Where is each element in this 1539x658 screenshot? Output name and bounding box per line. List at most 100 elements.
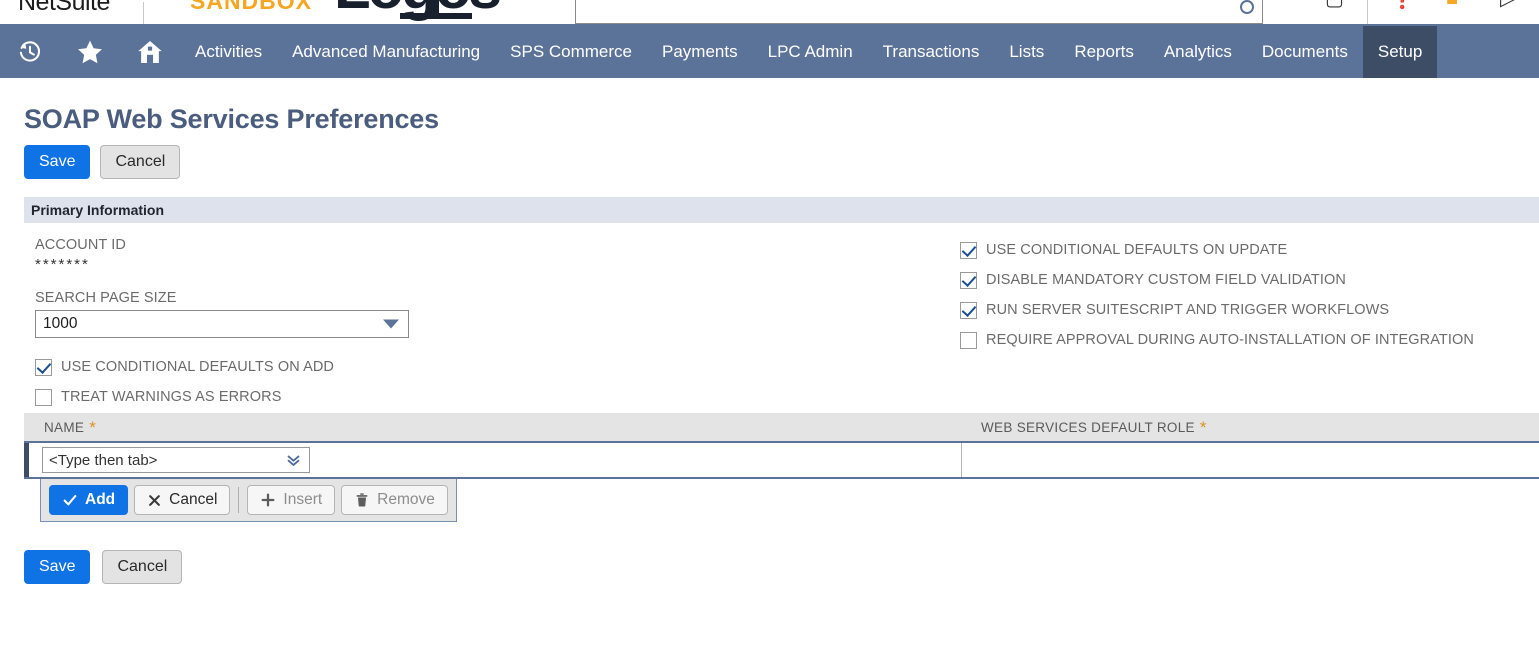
checkbox-treat-warnings-as-errors[interactable]: TREAT WARNINGS AS ERRORS (35, 382, 409, 412)
checkbox-icon[interactable] (960, 301, 977, 319)
search-page-size-select[interactable]: 1000 (35, 310, 409, 338)
nav-label: Payments (662, 42, 738, 61)
checkbox-icon[interactable] (35, 388, 52, 406)
add-button[interactable]: Add (49, 485, 129, 515)
fields-right-column: USE CONDITIONAL DEFAULTS ON UPDATE DISAB… (960, 235, 1474, 355)
nav-label: Activities (195, 42, 263, 61)
nav-label: Lists (1009, 42, 1045, 61)
nav-item-lists[interactable]: Lists (994, 26, 1059, 78)
required-indicator-icon: * (1199, 417, 1207, 437)
checkbox-run-server-suitescript-and-trigger-workflows[interactable]: RUN SERVER SUITESCRIPT AND TRIGGER WORKF… (960, 295, 1474, 325)
checkbox-label: TREAT WARNINGS AS ERRORS (61, 389, 282, 405)
cell-web-services-default-role[interactable] (961, 443, 1539, 477)
cancel-button-bottom[interactable]: Cancel (102, 550, 183, 584)
remove-button[interactable]: Remove (341, 485, 448, 515)
nav-label: LPC Admin (767, 42, 853, 61)
nav-item-transactions[interactable]: Transactions (868, 26, 995, 78)
top-action-buttons: Save Cancel (0, 135, 1539, 179)
nav-item-advanced-manufacturing[interactable]: Advanced Manufacturing (277, 26, 495, 78)
section-title: Primary Information (31, 202, 165, 218)
checkmark-icon (63, 494, 77, 506)
search-page-size-label: SEARCH PAGE SIZE (35, 290, 177, 306)
chevron-double-down-icon[interactable] (285, 452, 302, 469)
nav-label: SPS Commerce (510, 42, 633, 61)
nav-label: Documents (1261, 42, 1348, 61)
chevron-down-icon[interactable] (383, 319, 399, 329)
checkbox-use-conditional-defaults-on-add[interactable]: USE CONDITIONAL DEFAULTS ON ADD (35, 352, 409, 382)
feedback-icon[interactable]: ▷ (1500, 0, 1515, 12)
name-combobox-value: <Type then tab> (49, 451, 158, 469)
search-icon[interactable] (1240, 0, 1254, 14)
nav-item-activities[interactable]: Activities (180, 26, 277, 78)
nav-item-analytics[interactable]: Analytics (1149, 26, 1247, 78)
nav-label: Analytics (1163, 42, 1232, 61)
brand-divider (143, 2, 144, 24)
notifications-icon[interactable]: ▢ (1325, 0, 1344, 12)
checkbox-label: DISABLE MANDATORY CUSTOM FIELD VALIDATIO… (986, 272, 1346, 288)
nav-label: Advanced Manufacturing (292, 42, 481, 61)
checkbox-icon[interactable] (960, 271, 977, 289)
insert-button-label: Insert (283, 491, 323, 508)
nav-item-documents[interactable]: Documents (1247, 26, 1363, 78)
name-combobox[interactable]: <Type then tab> (42, 447, 310, 473)
toolbar-divider (238, 487, 240, 513)
search-page-size-value: 1000 (43, 315, 78, 332)
checkbox-icon[interactable] (35, 358, 52, 376)
suiteanswers-icon[interactable]: ■ (1446, 0, 1458, 12)
left-checkbox-group: USE CONDITIONAL DEFAULTS ON ADD TREAT WA… (35, 352, 409, 412)
column-header-web-services-default-role[interactable]: WEB SERVICES DEFAULT ROLE * (961, 419, 1539, 436)
home-icon[interactable] (120, 26, 180, 78)
page-title: SOAP Web Services Preferences (24, 104, 439, 134)
fields-left-column: ACCOUNT ID ******* SEARCH PAGE SIZE 1000… (35, 237, 409, 412)
main-navigation-bar: Activities Advanced Manufacturing SPS Co… (0, 26, 1539, 78)
nav-item-sps-commerce[interactable]: SPS Commerce (495, 26, 647, 78)
search-page-size-field: SEARCH PAGE SIZE 1000 (35, 290, 409, 338)
nav-item-lpc-admin[interactable]: LPC Admin (753, 26, 868, 78)
column-header-name[interactable]: NAME * (24, 419, 961, 436)
active-row-marker (24, 443, 29, 477)
x-icon (149, 494, 161, 506)
company-logo-stem (432, 0, 439, 14)
save-button-bottom[interactable]: Save (24, 550, 91, 584)
column-header-label: WEB SERVICES DEFAULT ROLE (981, 419, 1195, 435)
save-button-top[interactable]: Save (24, 145, 91, 179)
checkbox-label: RUN SERVER SUITESCRIPT AND TRIGGER WORKF… (986, 302, 1390, 318)
nav-item-reports[interactable]: Reports (1059, 26, 1149, 78)
top-utility-bar: NetSuite SANDBOX Logos ▢ ❓ ■ ▷ (0, 0, 1539, 26)
cancel-row-button-label: Cancel (169, 491, 218, 508)
nav-label: Transactions (882, 42, 980, 61)
checkbox-label: REQUIRE APPROVAL DURING AUTO-INSTALLATIO… (986, 332, 1474, 348)
checkbox-icon[interactable] (960, 241, 977, 259)
favorites-star-icon[interactable] (60, 26, 120, 78)
help-icon[interactable]: ❓ (1390, 0, 1415, 12)
cell-name[interactable]: <Type then tab> (24, 447, 961, 473)
recent-history-icon[interactable] (0, 26, 60, 78)
checkbox-label: USE CONDITIONAL DEFAULTS ON ADD (61, 359, 335, 375)
sublist-header-row: NAME * WEB SERVICES DEFAULT ROLE * (24, 413, 1539, 443)
cancel-row-button[interactable]: Cancel (134, 485, 231, 515)
primary-information-fields: ACCOUNT ID ******* SEARCH PAGE SIZE 1000… (0, 223, 1539, 413)
nav-label: Setup (1377, 42, 1423, 61)
web-services-roles-sublist: NAME * WEB SERVICES DEFAULT ROLE * <Type… (24, 413, 1539, 522)
nav-item-payments[interactable]: Payments (647, 26, 753, 78)
add-button-label: Add (85, 491, 116, 508)
checkbox-require-approval-auto-installation[interactable]: REQUIRE APPROVAL DURING AUTO-INSTALLATIO… (960, 325, 1474, 355)
insert-button[interactable]: Insert (247, 485, 336, 515)
nav-item-setup[interactable]: Setup (1362, 26, 1438, 78)
checkbox-label: USE CONDITIONAL DEFAULTS ON UPDATE (986, 242, 1288, 258)
sublist-toolbar: Add Cancel Insert Remove (40, 479, 457, 522)
table-row[interactable]: <Type then tab> (24, 443, 1539, 479)
bottom-action-buttons: Save Cancel (0, 522, 1539, 584)
required-indicator-icon: * (89, 417, 97, 437)
remove-button-label: Remove (377, 491, 435, 508)
netsuite-brand-logo[interactable]: NetSuite (18, 0, 110, 17)
checkbox-icon[interactable] (960, 331, 977, 349)
plus-icon (261, 493, 275, 507)
sandbox-environment-label: SANDBOX (190, 0, 313, 14)
checkbox-use-conditional-defaults-on-update[interactable]: USE CONDITIONAL DEFAULTS ON UPDATE (960, 235, 1474, 265)
global-search-input[interactable] (575, 0, 1263, 24)
account-id-value: ******* (35, 256, 90, 273)
checkbox-disable-mandatory-custom-field-validation[interactable]: DISABLE MANDATORY CUSTOM FIELD VALIDATIO… (960, 265, 1474, 295)
account-id-field: ACCOUNT ID ******* (35, 237, 409, 273)
cancel-button-top[interactable]: Cancel (100, 145, 181, 179)
